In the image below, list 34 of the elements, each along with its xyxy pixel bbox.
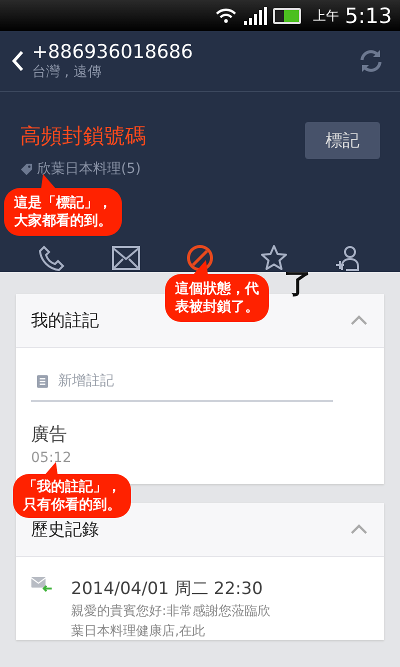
block-icon[interactable]	[186, 244, 214, 272]
envelope-icon[interactable]	[112, 246, 140, 270]
carrier-label: 台灣 , 遠傳	[32, 63, 102, 81]
add-contact-icon[interactable]	[334, 244, 362, 272]
note-text: 廣告	[31, 423, 68, 446]
phone-number: +886936018686	[32, 41, 194, 63]
tag-icon	[20, 162, 33, 176]
am-pm-label: 上午	[312, 8, 339, 24]
message-datetime: 2014/04/01 周二 22:30	[71, 578, 264, 600]
caption-text: 了	[284, 266, 312, 302]
callout-text: 這是「標記」，	[14, 194, 112, 212]
mark-button[interactable]: 標記	[305, 122, 380, 159]
message-text: 葉日本料理健康店,在此	[71, 623, 206, 640]
note-icon	[37, 374, 48, 388]
battery-icon	[272, 8, 301, 24]
note-time: 05:12	[31, 450, 72, 466]
clock-time: 5:13	[344, 4, 392, 28]
callout-text: 大家都看的到。	[14, 212, 112, 230]
block-title: 高頻封鎖號碼	[20, 123, 146, 150]
wifi-icon	[214, 7, 237, 24]
signal-icon	[242, 6, 267, 24]
message-text: 親愛的貴賓您好:非常感謝您蒞臨欣	[71, 603, 270, 620]
callout-text: 「我的註記」，	[23, 478, 121, 496]
callout-text: 只有你看的到。	[23, 496, 121, 514]
tag-label: 欣葉日本料理(5)	[37, 160, 141, 178]
received-sms-icon	[31, 577, 53, 593]
star-icon[interactable]	[260, 244, 288, 272]
callout-text: 這個狀態，代	[175, 280, 259, 298]
phone-icon[interactable]	[38, 244, 66, 272]
section-title: 我的註記	[31, 310, 99, 332]
callout-text: 表被封鎖了。	[175, 298, 259, 316]
section-title: 歷史記錄	[31, 519, 99, 541]
back-icon[interactable]	[12, 50, 24, 72]
refresh-icon[interactable]	[358, 48, 384, 74]
